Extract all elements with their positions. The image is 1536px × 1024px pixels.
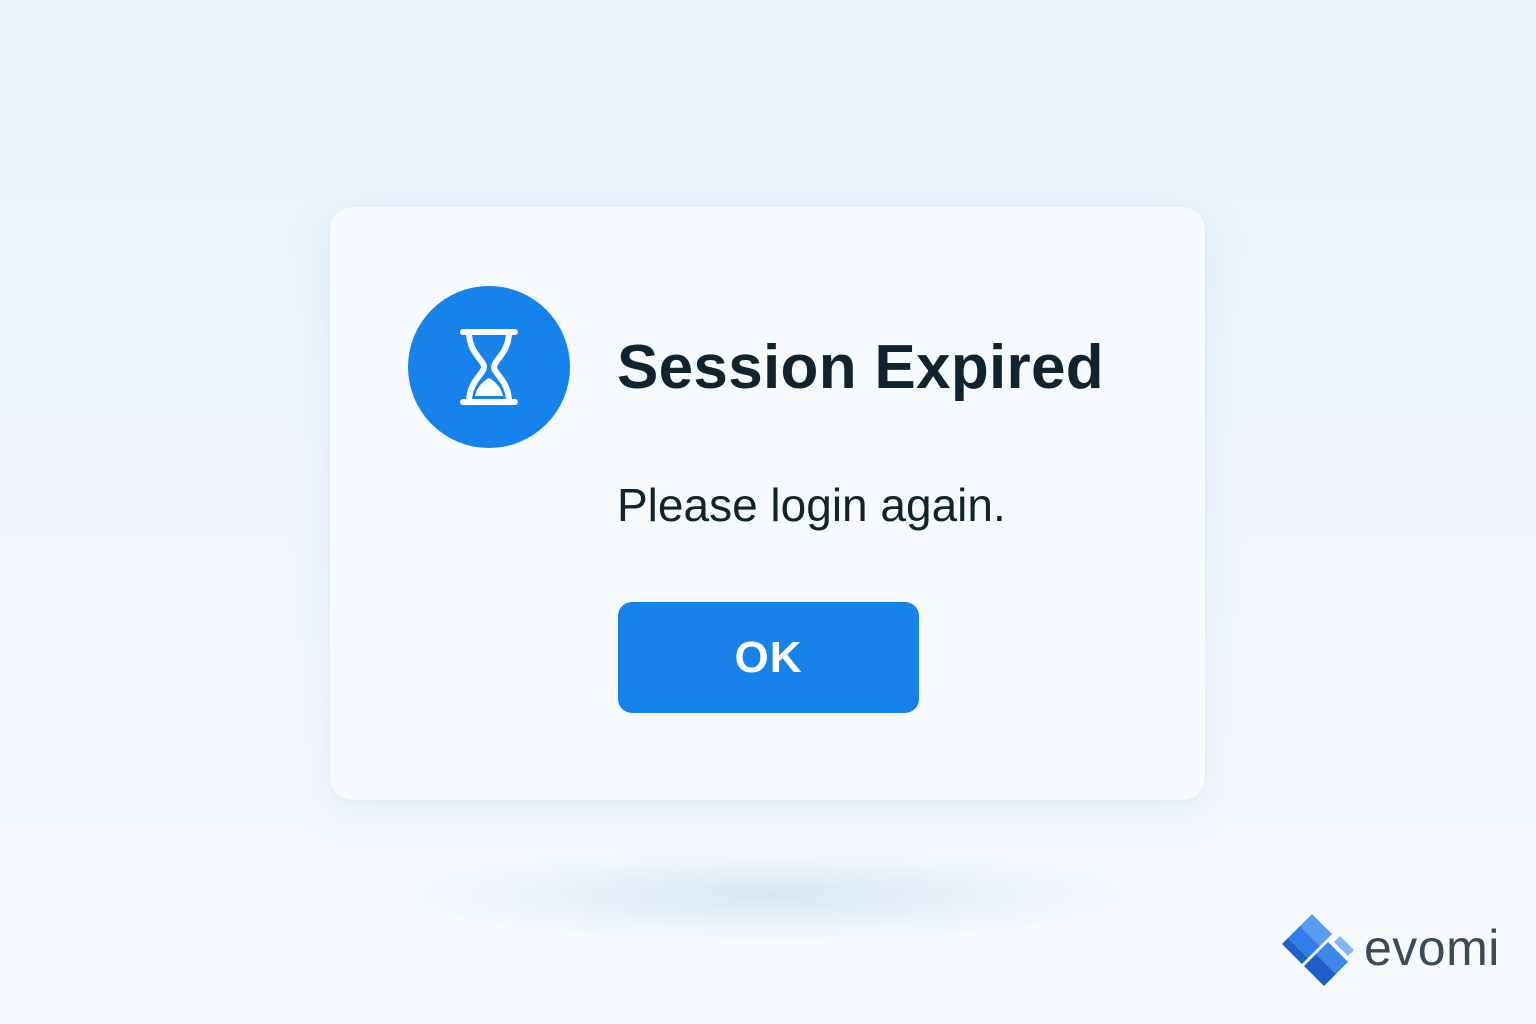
evomi-logo-icon xyxy=(1282,914,1354,986)
dialog-message: Please login again. xyxy=(617,479,1006,531)
brand-name: evomi xyxy=(1364,920,1500,976)
hourglass-icon-badge xyxy=(408,286,570,448)
hourglass-icon xyxy=(460,329,518,405)
dialog-floor-shadow xyxy=(420,850,1120,940)
ok-button[interactable]: OK xyxy=(618,602,919,713)
brand-watermark: evomi xyxy=(1280,912,1500,988)
session-expired-dialog: Session Expired Please login again. OK xyxy=(330,207,1205,800)
dialog-title: Session Expired xyxy=(617,333,1104,402)
